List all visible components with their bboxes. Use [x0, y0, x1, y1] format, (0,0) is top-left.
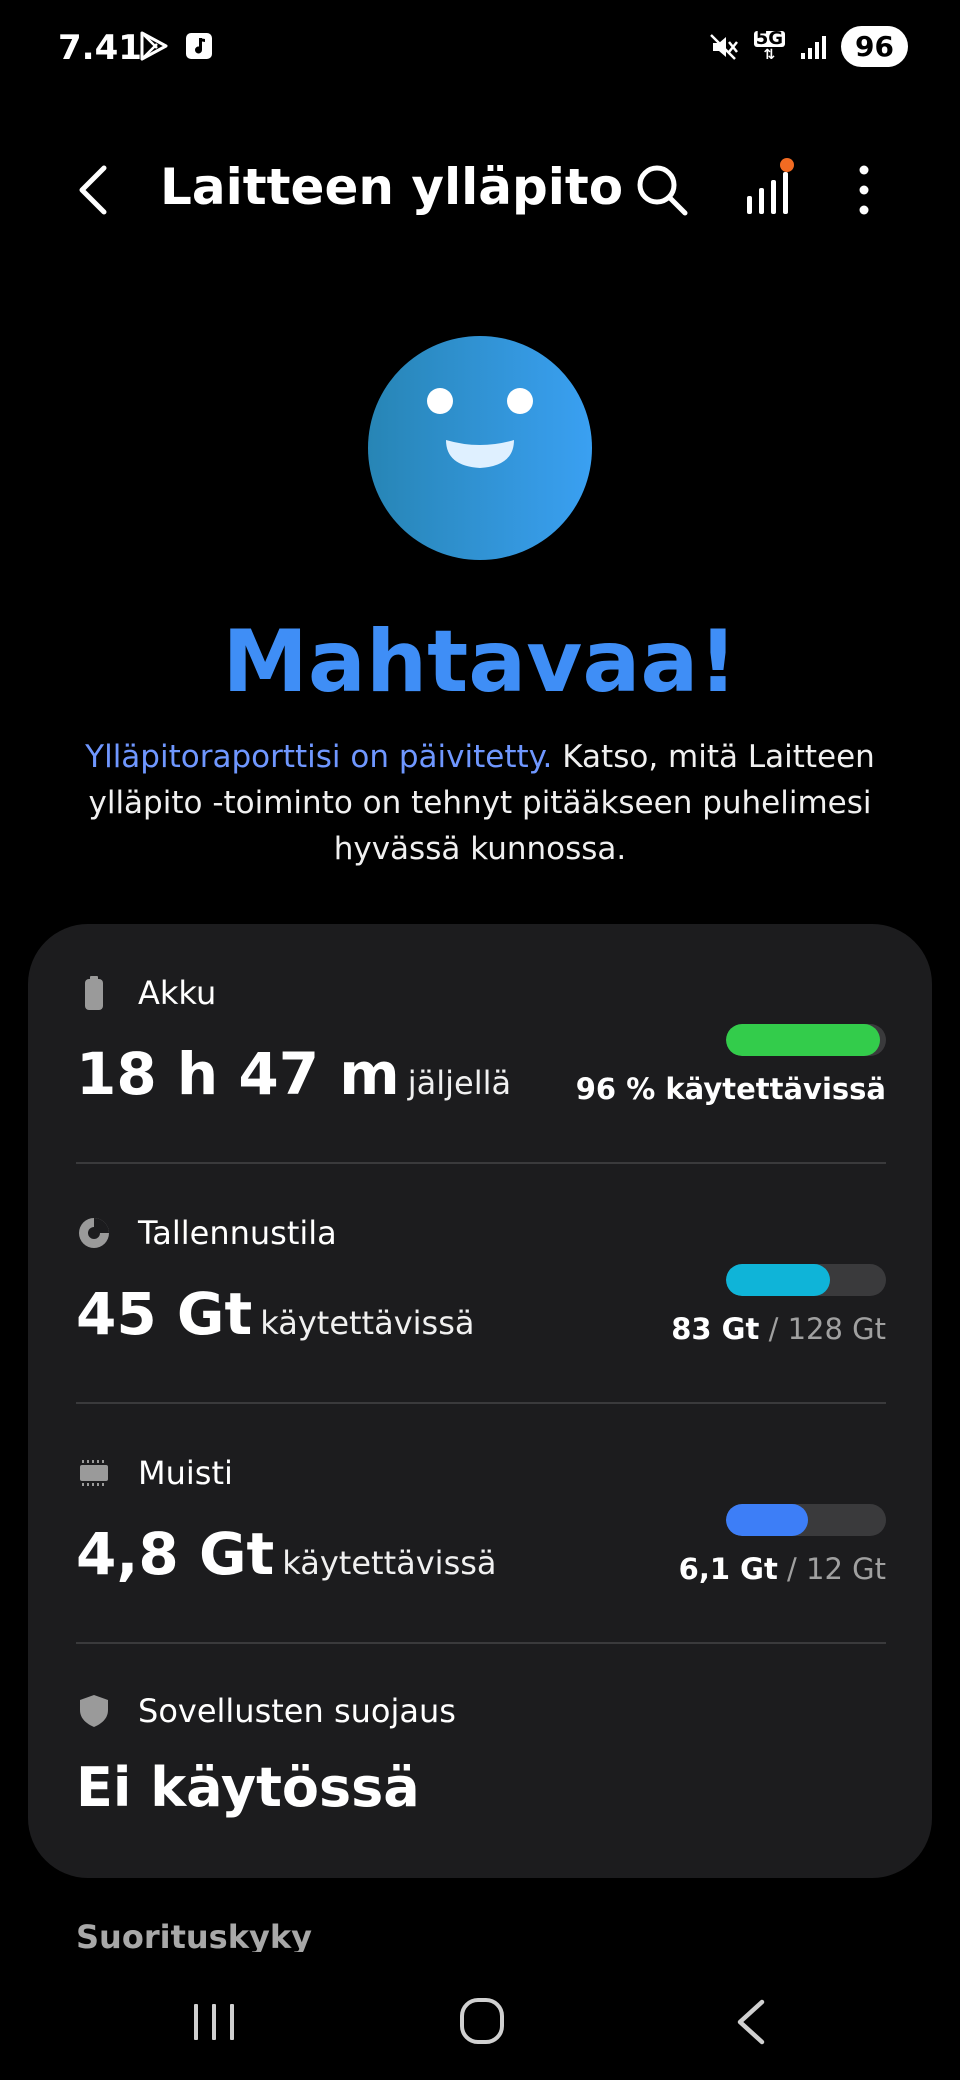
- nav-back-icon[interactable]: [720, 1994, 784, 2050]
- hero-description: Ylläpitoraporttisi on päivitetty. Katso,…: [80, 734, 880, 872]
- memory-chip-icon: [80, 1460, 108, 1486]
- memory-progress-bar: [726, 1504, 886, 1536]
- storage-suffix: käytettävissä: [260, 1304, 475, 1342]
- divider: [76, 1642, 886, 1644]
- memory-total: 12 Gt: [806, 1552, 886, 1586]
- app-protection-section[interactable]: Sovellusten suojaus Ei käytössä: [76, 1692, 886, 1842]
- storage-used: 83 Gt: [671, 1312, 760, 1346]
- storage-section[interactable]: Tallennustila 45 Gt käytettävissä 83 Gt /…: [76, 1214, 886, 1374]
- memory-label: Muisti: [138, 1454, 233, 1492]
- notification-dot: [780, 158, 794, 172]
- memory-progress-fill: [726, 1504, 808, 1536]
- battery-header: Akku: [76, 974, 216, 1012]
- mute-icon: [709, 33, 738, 60]
- memory-available: 4,8 Gt: [76, 1520, 275, 1588]
- divider: [76, 1162, 886, 1164]
- memory-suffix: käytettävissä: [282, 1544, 497, 1582]
- back-arrow-icon[interactable]: [68, 160, 118, 220]
- navigation-bar: [0, 1960, 960, 2080]
- recent-apps-icon[interactable]: [182, 1994, 246, 2050]
- storage-header: Tallennustila: [76, 1214, 337, 1252]
- battery-available: 96 % käytettävissä: [575, 1072, 886, 1106]
- network-5g-icon: 5G ⇅: [753, 27, 786, 63]
- memory-used: 6,1 Gt: [678, 1552, 778, 1586]
- memory-value-line: 4,8 Gt käytettävissä: [76, 1520, 497, 1588]
- network-label: 5G: [753, 27, 786, 49]
- battery-progress-fill: [726, 1024, 880, 1056]
- app-protection-header: Sovellusten suojaus: [76, 1692, 456, 1730]
- status-time: 7.41: [58, 28, 142, 68]
- storage-pie-icon: [79, 1218, 109, 1248]
- battery-section[interactable]: Akku 18 h 47 m jäljellä 96 % käytettäviss…: [76, 974, 886, 1134]
- stats-icon[interactable]: [738, 156, 804, 222]
- happy-face-icon: [368, 336, 592, 560]
- battery-indicator: 96: [841, 26, 908, 67]
- divider: [76, 1402, 886, 1404]
- hero-title: Mahtavaa!: [222, 612, 738, 712]
- music-app-icon: [186, 33, 212, 59]
- memory-separator: /: [777, 1552, 807, 1586]
- battery-icon: [85, 976, 103, 1010]
- page-title: Laitteen ylläpito: [160, 158, 624, 216]
- storage-label: Tallennustila: [138, 1214, 337, 1252]
- memory-header: Muisti: [76, 1454, 233, 1492]
- status-bar: 7.41 5G ⇅ 96: [0, 0, 960, 100]
- memory-caption: 6,1 Gt / 12 Gt: [679, 1552, 886, 1586]
- storage-caption: 83 Gt / 128 Gt: [671, 1312, 886, 1346]
- app-bar: Laitteen ylläpito: [0, 140, 960, 240]
- storage-separator: /: [759, 1312, 788, 1346]
- app-protection-status: Ei käytössä: [76, 1756, 420, 1819]
- status-notification-icons: [138, 30, 214, 62]
- status-right-icons: 5G ⇅ 96: [708, 26, 908, 67]
- battery-value-line: 18 h 47 m jäljellä: [76, 1040, 511, 1108]
- home-icon[interactable]: [450, 1994, 514, 2050]
- signal-icon: [801, 35, 827, 59]
- storage-progress-bar: [726, 1264, 886, 1296]
- app-protection-label: Sovellusten suojaus: [138, 1692, 456, 1730]
- battery-caption: 96 % käytettävissä: [576, 1072, 886, 1106]
- battery-suffix: jäljellä: [407, 1064, 512, 1102]
- search-icon[interactable]: [632, 160, 692, 220]
- battery-label: Akku: [138, 974, 217, 1012]
- storage-value-line: 45 Gt käytettävissä: [76, 1280, 474, 1348]
- battery-progress-bar: [726, 1024, 886, 1056]
- shield-icon: [80, 1695, 108, 1727]
- performance-heading: Suorituskyky: [76, 1918, 312, 1952]
- data-arrows-icon: ⇅: [763, 46, 776, 63]
- storage-total: 128 Gt: [787, 1312, 886, 1346]
- memory-section[interactable]: Muisti 4,8 Gt käytettävissä 6,1 Gt / 12 G…: [76, 1454, 886, 1614]
- face-features: [427, 388, 533, 468]
- status-card: Akku 18 h 47 m jäljellä 96 % käytettäviss…: [28, 924, 932, 1878]
- battery-time-remaining: 18 h 47 m: [76, 1040, 400, 1108]
- play-store-icon: [140, 31, 168, 61]
- more-options-icon[interactable]: [846, 160, 882, 220]
- storage-progress-fill: [726, 1264, 830, 1296]
- storage-available: 45 Gt: [76, 1280, 253, 1348]
- report-link[interactable]: Ylläpitoraporttisi on päivitetty.: [85, 739, 552, 775]
